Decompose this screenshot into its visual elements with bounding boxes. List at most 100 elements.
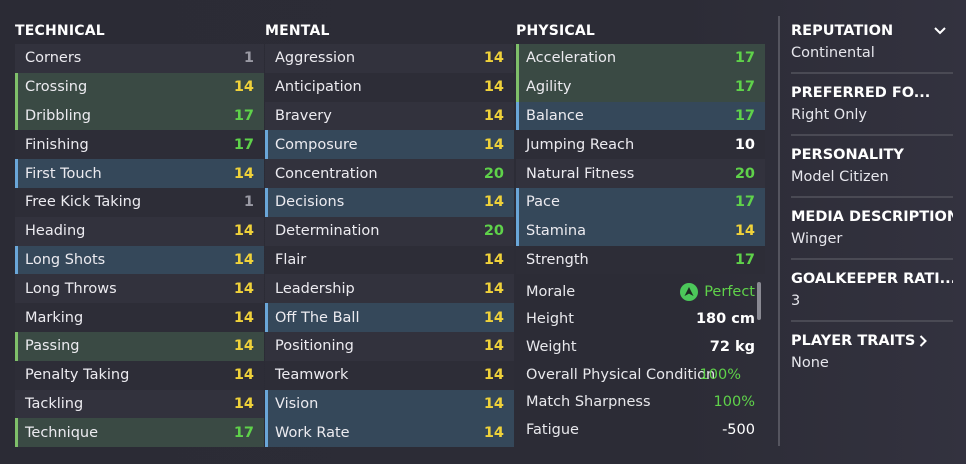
attribute-row[interactable]: Stamina 14 <box>516 216 765 246</box>
attribute-row[interactable]: Bravery 14 <box>265 101 514 131</box>
attribute-row[interactable]: Concentration 20 <box>265 159 514 188</box>
reputation-header: REPUTATION <box>791 20 953 42</box>
attribute-row[interactable]: Anticipation 14 <box>265 72 514 102</box>
attribute-name: Teamwork <box>275 367 349 384</box>
attribute-row[interactable]: Passing 14 <box>15 331 264 361</box>
attribute-row[interactable]: Positioning 14 <box>265 331 514 361</box>
attribute-name: Aggression <box>275 50 356 67</box>
attribute-row[interactable]: Long Throws 14 <box>15 274 264 304</box>
attribute-row[interactable]: Free Kick Taking 1 <box>15 187 264 217</box>
morale-arrow-icon <box>680 282 699 301</box>
attribute-value: 14 <box>483 50 504 67</box>
technical-list: Corners 1 Crossing 14 Dribbling 17 Finishing 17… <box>15 44 264 448</box>
attribute-row[interactable]: Natural Fitness 20 <box>516 159 765 188</box>
attribute-name: Finishing <box>25 136 89 153</box>
attribute-row[interactable]: Tackling 14 <box>15 389 264 419</box>
condition-value: 100% <box>699 366 741 383</box>
attribute-value: 14 <box>233 79 254 96</box>
attribute-value: 14 <box>483 424 504 441</box>
attribute-row[interactable]: Vision 14 <box>265 389 514 419</box>
panel-divider <box>778 16 780 446</box>
attribute-value: 14 <box>483 309 504 326</box>
sharpness-label: Match Sharpness <box>526 394 651 411</box>
attribute-row[interactable]: Composure 14 <box>265 130 514 160</box>
attribute-row[interactable]: Teamwork 14 <box>265 360 514 390</box>
attribute-value: 1 <box>243 194 254 211</box>
attribute-name: Pace <box>526 194 560 211</box>
attribute-row[interactable]: Long Shots 14 <box>15 245 264 275</box>
player-traits-header[interactable]: PLAYER TRAITS <box>791 330 953 352</box>
reputation-title: REPUTATION <box>791 23 894 39</box>
attribute-value: 17 <box>233 424 254 441</box>
reputation-block: REPUTATION Continental <box>791 20 953 74</box>
attribute-row[interactable]: Acceleration 17 <box>516 44 765 73</box>
attribute-row[interactable]: Aggression 14 <box>265 44 514 73</box>
morale-value-group[interactable]: Perfect <box>680 282 755 301</box>
attribute-name: Positioning <box>275 338 354 355</box>
attribute-row[interactable]: Balance 17 <box>516 101 765 131</box>
attribute-row[interactable]: Heading 14 <box>15 216 264 246</box>
personality-title: PERSONALITY <box>791 147 904 163</box>
attribute-value: 14 <box>233 165 254 182</box>
attribute-row[interactable]: Work Rate 14 <box>265 418 514 448</box>
attribute-row[interactable]: Determination 20 <box>265 216 514 246</box>
chevron-down-icon[interactable] <box>933 24 947 38</box>
morale-label: Morale <box>526 283 576 300</box>
attribute-name: Natural Fitness <box>526 165 635 182</box>
height-value: 180 cm <box>695 311 755 328</box>
attribute-value: 14 <box>233 367 254 384</box>
condition-label: Overall Physical Condition <box>526 366 716 383</box>
attribute-row[interactable]: Off The Ball 14 <box>265 303 514 332</box>
fatigue-label: Fatigue <box>526 421 579 438</box>
attribute-row[interactable]: Decisions 14 <box>265 187 514 217</box>
attribute-row[interactable]: Technique 17 <box>15 418 264 448</box>
attribute-value: 17 <box>734 251 755 268</box>
attribute-name: Technique <box>25 424 99 441</box>
attribute-row[interactable]: Finishing 17 <box>15 130 264 160</box>
morale-row[interactable]: Morale Perfect <box>516 278 765 306</box>
attribute-name: Concentration <box>275 165 378 182</box>
attribute-name: Work Rate <box>275 424 350 441</box>
attribute-row[interactable]: Agility 17 <box>516 72 765 102</box>
attribute-name: Bravery <box>275 107 332 124</box>
attribute-value: 14 <box>483 194 504 211</box>
attribute-name: Corners <box>25 50 82 67</box>
preferred-foot-title: PREFERRED FO... <box>791 85 931 101</box>
attribute-row[interactable]: Dribbling 17 <box>15 101 264 131</box>
attribute-row[interactable]: Jumping Reach 10 <box>516 130 765 160</box>
personality-block: PERSONALITY Model Citizen <box>791 144 953 198</box>
media-description-value: Winger <box>791 231 843 247</box>
attribute-name: Flair <box>275 251 307 268</box>
attribute-value: 14 <box>233 280 254 297</box>
attribute-name: Penalty Taking <box>25 367 130 384</box>
attribute-name: Decisions <box>275 194 345 211</box>
attribute-name: Determination <box>275 223 380 240</box>
attribute-value: 14 <box>233 223 254 240</box>
attribute-row[interactable]: First Touch 14 <box>15 159 264 188</box>
physical-info-list: Morale Perfect Height 180 cm Weight 72 k… <box>516 278 765 444</box>
attribute-name: Strength <box>526 251 589 268</box>
attribute-value: 1 <box>243 50 254 67</box>
player-traits-link[interactable]: PLAYER TRAITS <box>791 330 928 352</box>
attribute-name: Composure <box>275 136 358 153</box>
sharpness-value: 100% <box>713 394 755 411</box>
attribute-name: Anticipation <box>275 79 362 96</box>
info-scrollbar[interactable] <box>757 282 761 320</box>
attribute-row[interactable]: Strength 17 <box>516 245 765 275</box>
reputation-value: Continental <box>791 45 875 61</box>
attribute-row[interactable]: Penalty Taking 14 <box>15 360 264 390</box>
attribute-name: Long Throws <box>25 280 117 297</box>
attribute-row[interactable]: Crossing 14 <box>15 72 264 102</box>
attribute-name: Stamina <box>526 223 587 240</box>
attribute-name: Tackling <box>25 395 84 412</box>
attribute-name: Free Kick Taking <box>25 194 142 211</box>
personality-value: Model Citizen <box>791 169 889 185</box>
attribute-row[interactable]: Pace 17 <box>516 187 765 217</box>
attribute-name: Balance <box>526 107 584 124</box>
attribute-row[interactable]: Leadership 14 <box>265 274 514 304</box>
technical-header: TECHNICAL <box>15 23 105 39</box>
attribute-name: Long Shots <box>25 251 106 268</box>
attribute-row[interactable]: Marking 14 <box>15 303 264 332</box>
attribute-row[interactable]: Flair 14 <box>265 245 514 275</box>
attribute-row[interactable]: Corners 1 <box>15 44 264 73</box>
